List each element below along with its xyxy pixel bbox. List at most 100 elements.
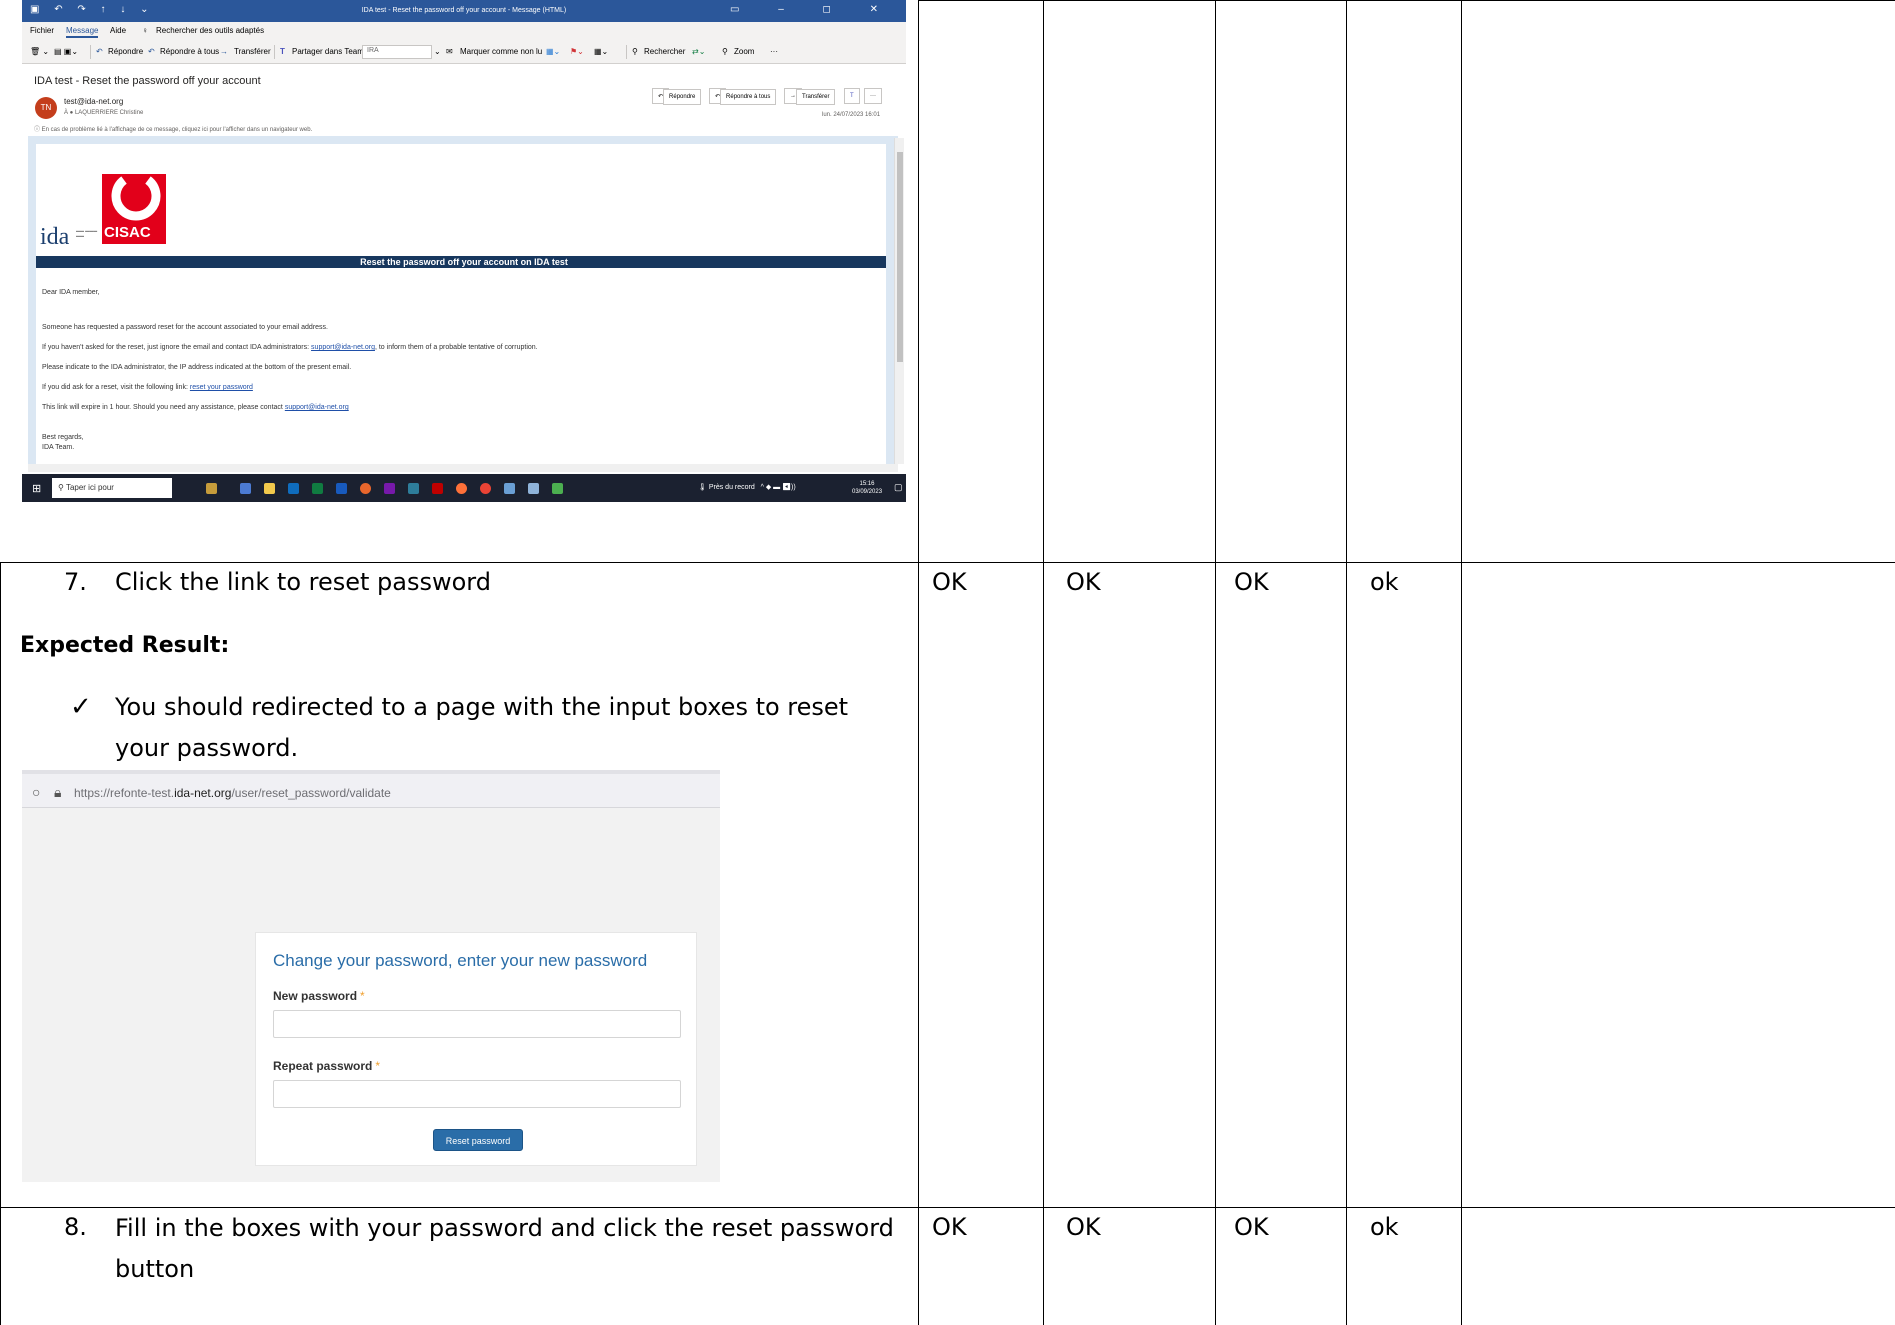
step-description: Click the link to reset password — [115, 568, 491, 596]
check-icon: ✓ — [70, 692, 92, 722]
outlook-menu-bar: Fichier Message Aide ♀ Rechercher des ou… — [22, 22, 906, 40]
repeat-password-label-text: Repeat password — [273, 1059, 373, 1073]
reply-all-button[interactable]: Répondre à tous — [160, 47, 219, 56]
email-paragraph-5: This link will expire in 1 hour. Should … — [42, 404, 349, 411]
result-cell: OK — [1234, 568, 1269, 596]
outlook-icon[interactable] — [288, 483, 299, 494]
step-number: 7. — [64, 568, 87, 596]
action-reply-all-button[interactable]: ↶ Répondre à tous — [709, 88, 777, 105]
onenote-icon[interactable] — [384, 483, 395, 494]
weather-text: Près du record — [708, 484, 755, 491]
reset-password-card: Change your password, enter your new pas… — [255, 932, 697, 1166]
search-button[interactable]: Rechercher — [644, 47, 685, 56]
firefox-dev-icon[interactable] — [456, 483, 467, 494]
menu-search[interactable]: Rechercher des outils adaptés — [156, 26, 264, 35]
repeat-password-field[interactable] — [273, 1080, 681, 1108]
window-controls[interactable]: ▭ – ◻ ✕ — [730, 4, 896, 15]
step-number: 8. — [64, 1213, 87, 1241]
delete-icon[interactable]: 🗑 ⌄ — [30, 47, 49, 56]
menu-aide[interactable]: Aide — [110, 26, 126, 35]
teams-action-icon[interactable]: T — [844, 88, 860, 104]
support-email-link[interactable]: support@ida-net.org — [311, 344, 375, 351]
app-icon[interactable] — [408, 483, 419, 494]
reply-all-icon: ↶ — [148, 47, 155, 56]
menu-message[interactable]: Message — [66, 26, 99, 38]
chrome-icon[interactable] — [480, 483, 491, 494]
ribbon-separator — [626, 45, 627, 59]
expected-result-line: your password. — [115, 734, 299, 762]
browser-url-bar[interactable]: ○ 🔒︎ https://refonte-test.ida-net.org/us… — [22, 770, 720, 808]
rules-icon[interactable]: ▦⌄ — [594, 47, 608, 56]
email-paragraph-4: If you did ask for a reset, visit the fo… — [42, 384, 253, 391]
email-body-frame: CISAC ida ▬▬ ▬▬▬ ▬▬ Reset the password o… — [28, 136, 898, 470]
repeat-password-label: Repeat password * — [273, 1059, 380, 1073]
url-text[interactable]: https://refonte-test.ida-net.org/user/re… — [74, 786, 391, 800]
email-greeting: Dear IDA member, — [42, 289, 100, 296]
reset-password-button[interactable]: Reset password — [433, 1129, 523, 1151]
weather-widget[interactable]: 🌡 Près du record ^ ◆ ▬ ◀)) — [698, 483, 796, 491]
forward-button[interactable]: Transférer — [234, 47, 271, 56]
horizontal-scrollbar[interactable] — [28, 464, 898, 472]
flag-icon[interactable]: ⚑⌄ — [570, 47, 584, 56]
result-cell: OK — [1066, 568, 1101, 596]
vertical-scrollbar[interactable] — [894, 138, 904, 464]
file-explorer-icon[interactable] — [264, 483, 275, 494]
scrollbar-thumb[interactable] — [897, 152, 903, 362]
categorize-icon[interactable]: ▦⌄ — [546, 47, 560, 56]
ribbon-separator — [90, 45, 91, 59]
mark-unread-button[interactable]: Marquer comme non lu — [460, 47, 542, 56]
ribbon-separator — [274, 45, 275, 59]
email-banner: Reset the password off your account on I… — [36, 256, 886, 268]
notification-icon[interactable]: ▢ — [894, 482, 903, 493]
firefox-icon[interactable] — [360, 483, 371, 494]
taskbar-search[interactable]: ⚲ Taper ici pour — [52, 478, 172, 498]
new-password-label: New password * — [273, 989, 365, 1003]
feather-icon[interactable] — [504, 483, 515, 494]
action-forward-label: Transférer — [796, 89, 836, 105]
taskbar-search-text: Taper ici pour — [65, 483, 114, 492]
expected-result-label: Expected Result: — [20, 633, 230, 658]
new-password-label-text: New password — [273, 989, 358, 1003]
cisac-logo-text: CISAC — [104, 224, 151, 241]
share-teams-button[interactable]: Partager dans Teams — [292, 47, 368, 56]
result-cell: OK — [1234, 1213, 1269, 1241]
menu-fichier[interactable]: Fichier — [30, 26, 54, 35]
forward-icon: → — [220, 47, 228, 56]
result-cell: OK — [1066, 1213, 1101, 1241]
support-email-link[interactable]: support@ida-net.org — [285, 404, 349, 411]
windows-start-icon[interactable]: ⊞ — [32, 482, 41, 495]
teams-icon: T — [280, 47, 285, 56]
briefcase-icon[interactable] — [206, 483, 217, 494]
notepad-icon[interactable] — [552, 483, 563, 494]
table-col-line — [1461, 0, 1462, 1325]
move-dropdown[interactable]: IRA — [362, 45, 432, 59]
filezilla-icon[interactable] — [432, 483, 443, 494]
search-icon: ⚲ — [632, 47, 638, 56]
taskview-icon[interactable] — [240, 483, 251, 494]
reset-password-link[interactable]: reset your password — [190, 384, 253, 391]
email-from[interactable]: test@ida-net.org — [64, 97, 123, 106]
excel-icon[interactable] — [312, 483, 323, 494]
pen-icon[interactable] — [528, 483, 539, 494]
email-paragraph-1: Someone has requested a password reset f… — [42, 324, 328, 331]
windows-taskbar: ⊞ ⚲ Taper ici pour 🌡 Près du record ^ ◆ … — [22, 474, 906, 502]
shield-icon[interactable]: ○ — [32, 784, 40, 800]
action-forward-button[interactable]: → Transférer — [784, 88, 836, 105]
taskbar-clock[interactable]: 15:16 03/09/2023 — [852, 480, 882, 496]
email-to[interactable]: À ● LAQUERRIERE Christine — [64, 110, 143, 116]
word-icon[interactable] — [336, 483, 347, 494]
action-reply-button[interactable]: ↶ Répondre — [652, 88, 702, 105]
url-domain: ida-net.org — [174, 786, 232, 800]
result-cell: OK — [932, 568, 967, 596]
dropdown-arrow-icon[interactable]: ⌄ — [434, 47, 441, 56]
reply-button[interactable]: Répondre — [108, 47, 143, 56]
translate-icon[interactable]: ⇄⌄ — [692, 47, 705, 56]
zoom-button[interactable]: Zoom — [734, 47, 754, 56]
info-bar[interactable]: ⓘ En cas de problème lié à l'affichage d… — [34, 124, 312, 133]
new-password-field[interactable] — [273, 1010, 681, 1038]
lock-icon[interactable]: 🔒︎ — [54, 784, 61, 801]
clock-date: 03/09/2023 — [852, 489, 883, 495]
more-options-icon[interactable]: ··· — [770, 47, 778, 56]
archive-icon[interactable]: ▤ ▣⌄ — [54, 47, 78, 56]
more-actions-icon[interactable]: ··· — [864, 88, 882, 104]
